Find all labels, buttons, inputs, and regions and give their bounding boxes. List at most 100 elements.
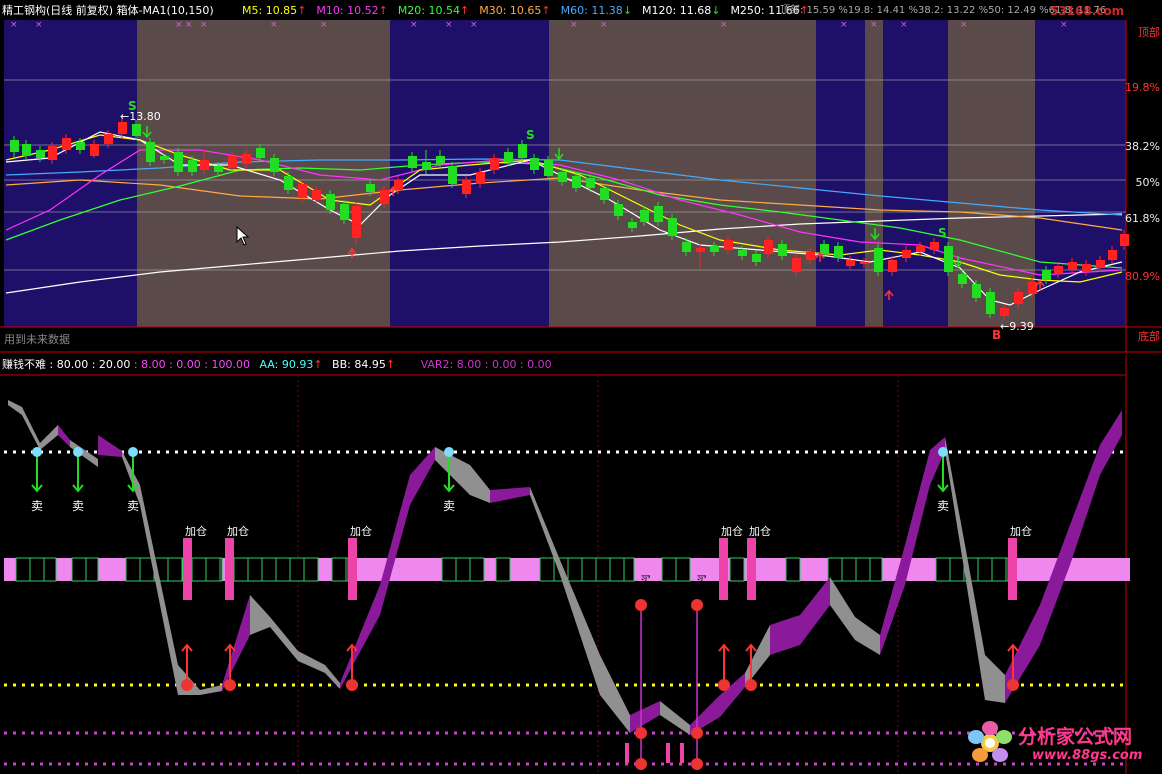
sell-arrows xyxy=(31,452,949,493)
site-logo: 分析家公式网 www.88gs.com xyxy=(962,716,1158,772)
add-label: 加仓 xyxy=(1010,525,1032,538)
state-cell xyxy=(205,557,221,582)
candle xyxy=(944,242,953,276)
price-chart[interactable]: × × × × × × × × × × × × × × × × × × xyxy=(0,0,1162,355)
state-cell xyxy=(167,557,183,582)
state-cell xyxy=(181,557,184,582)
ribbon-segment xyxy=(490,487,530,503)
state-cell xyxy=(345,557,349,582)
svg-text:×: × xyxy=(600,20,608,30)
svg-text:×: × xyxy=(320,20,328,30)
candle xyxy=(986,288,995,318)
ribbon-segment xyxy=(98,435,122,457)
ribbon-segment xyxy=(800,577,830,645)
ribbon-segment xyxy=(1040,525,1070,645)
sell-label: 卖 xyxy=(72,499,85,513)
ribbon-segment xyxy=(470,465,490,503)
svg-text:×: × xyxy=(870,20,878,30)
state-cell xyxy=(331,557,347,582)
ma-value: M30: 10.65↑ xyxy=(479,4,551,17)
mouse-cursor-icon xyxy=(236,226,250,246)
small-spikes xyxy=(625,743,684,763)
chart-title: 精工钢构(日线 前复权) 箱体-MA1(10,150) xyxy=(2,4,214,17)
indicator-chart[interactable] xyxy=(0,355,1162,774)
state-cell xyxy=(441,557,457,582)
sell-label: 卖 xyxy=(443,499,456,513)
ribbon-segment xyxy=(830,577,855,640)
state-cell xyxy=(29,557,45,582)
ribbon-segment xyxy=(1070,445,1100,565)
low-price-label: ←9.39 xyxy=(1000,320,1034,333)
ribbon-segment xyxy=(1100,410,1122,475)
state-cell xyxy=(495,557,511,582)
buy-label: 买 xyxy=(640,574,651,587)
axis-198: 19.8% xyxy=(1125,81,1160,94)
state-cell xyxy=(949,557,965,582)
axis-809: 80.9% xyxy=(1125,270,1160,283)
ribbon-segment xyxy=(40,425,58,450)
state-cell xyxy=(977,557,993,582)
state-cell xyxy=(567,557,583,582)
svg-text:×: × xyxy=(35,20,43,30)
state-cell xyxy=(43,557,57,582)
svg-text:×: × xyxy=(720,20,728,30)
state-cell xyxy=(595,557,611,582)
state-cell xyxy=(841,557,857,582)
ma-value: M10: 10.52↑ xyxy=(316,4,388,17)
state-cell xyxy=(675,557,691,582)
buy-label: 买 xyxy=(696,574,707,587)
axis-top: 顶部 xyxy=(1138,26,1160,39)
future-data-note: 用到未来数据 xyxy=(4,333,70,346)
state-cell xyxy=(623,557,635,582)
add-label: 加仓 xyxy=(350,525,372,538)
ribbon-segment xyxy=(270,617,298,661)
axis-618: 61.8% xyxy=(1125,212,1160,225)
ribbon-segment xyxy=(985,655,1005,703)
ma-value: M5: 10.85↑ xyxy=(242,4,307,17)
ma-value: M120: 11.68↓ xyxy=(642,4,721,17)
state-cell xyxy=(233,557,249,582)
candle xyxy=(352,202,361,244)
ribbon-segment xyxy=(160,580,178,695)
state-cell xyxy=(191,557,207,582)
candle xyxy=(874,244,883,276)
state-cell xyxy=(125,557,141,582)
state-cell xyxy=(729,557,745,582)
ma-values: M5: 10.85↑ M10: 10.52↑ M20: 10.54↑ M30: 10.… xyxy=(242,3,819,19)
svg-text:×: × xyxy=(470,20,478,30)
s-marker: S xyxy=(526,128,535,142)
ribbon-segment xyxy=(58,425,70,447)
state-cell xyxy=(785,557,801,582)
state-cell xyxy=(261,557,277,582)
ribbon-segment xyxy=(8,400,22,415)
svg-text:×: × xyxy=(1060,20,1068,30)
logo-url: www.88gs.com xyxy=(1032,748,1143,763)
ribbon-segment xyxy=(22,407,40,450)
svg-text:×: × xyxy=(175,20,183,30)
sell-label: 卖 xyxy=(937,499,950,513)
flower-logo-icon xyxy=(968,721,1012,762)
ma-value: M20: 10.54↑ xyxy=(397,4,470,17)
svg-text:×: × xyxy=(900,20,908,30)
state-cell xyxy=(247,557,263,582)
svg-text:×: × xyxy=(270,20,278,30)
state-cell xyxy=(303,557,319,582)
state-cell xyxy=(455,557,471,582)
state-cell xyxy=(539,557,555,582)
svg-text:×: × xyxy=(445,20,453,30)
add-label: 加仓 xyxy=(185,525,207,538)
candle xyxy=(146,138,155,166)
ribbon-segment xyxy=(630,701,660,733)
ribbon-segment xyxy=(745,625,770,687)
ribbon-segment xyxy=(410,447,435,505)
ribbon-segment xyxy=(855,617,880,655)
ribbon-segment xyxy=(660,701,690,735)
svg-text:×: × xyxy=(185,20,193,30)
high-price-label: ←13.80 xyxy=(120,110,161,123)
state-cell xyxy=(469,557,485,582)
ribbon-segment xyxy=(380,475,410,615)
ribbon-segment xyxy=(770,615,800,655)
add-label: 加仓 xyxy=(721,525,743,538)
state-cell xyxy=(609,557,625,582)
state-cell xyxy=(869,557,883,582)
